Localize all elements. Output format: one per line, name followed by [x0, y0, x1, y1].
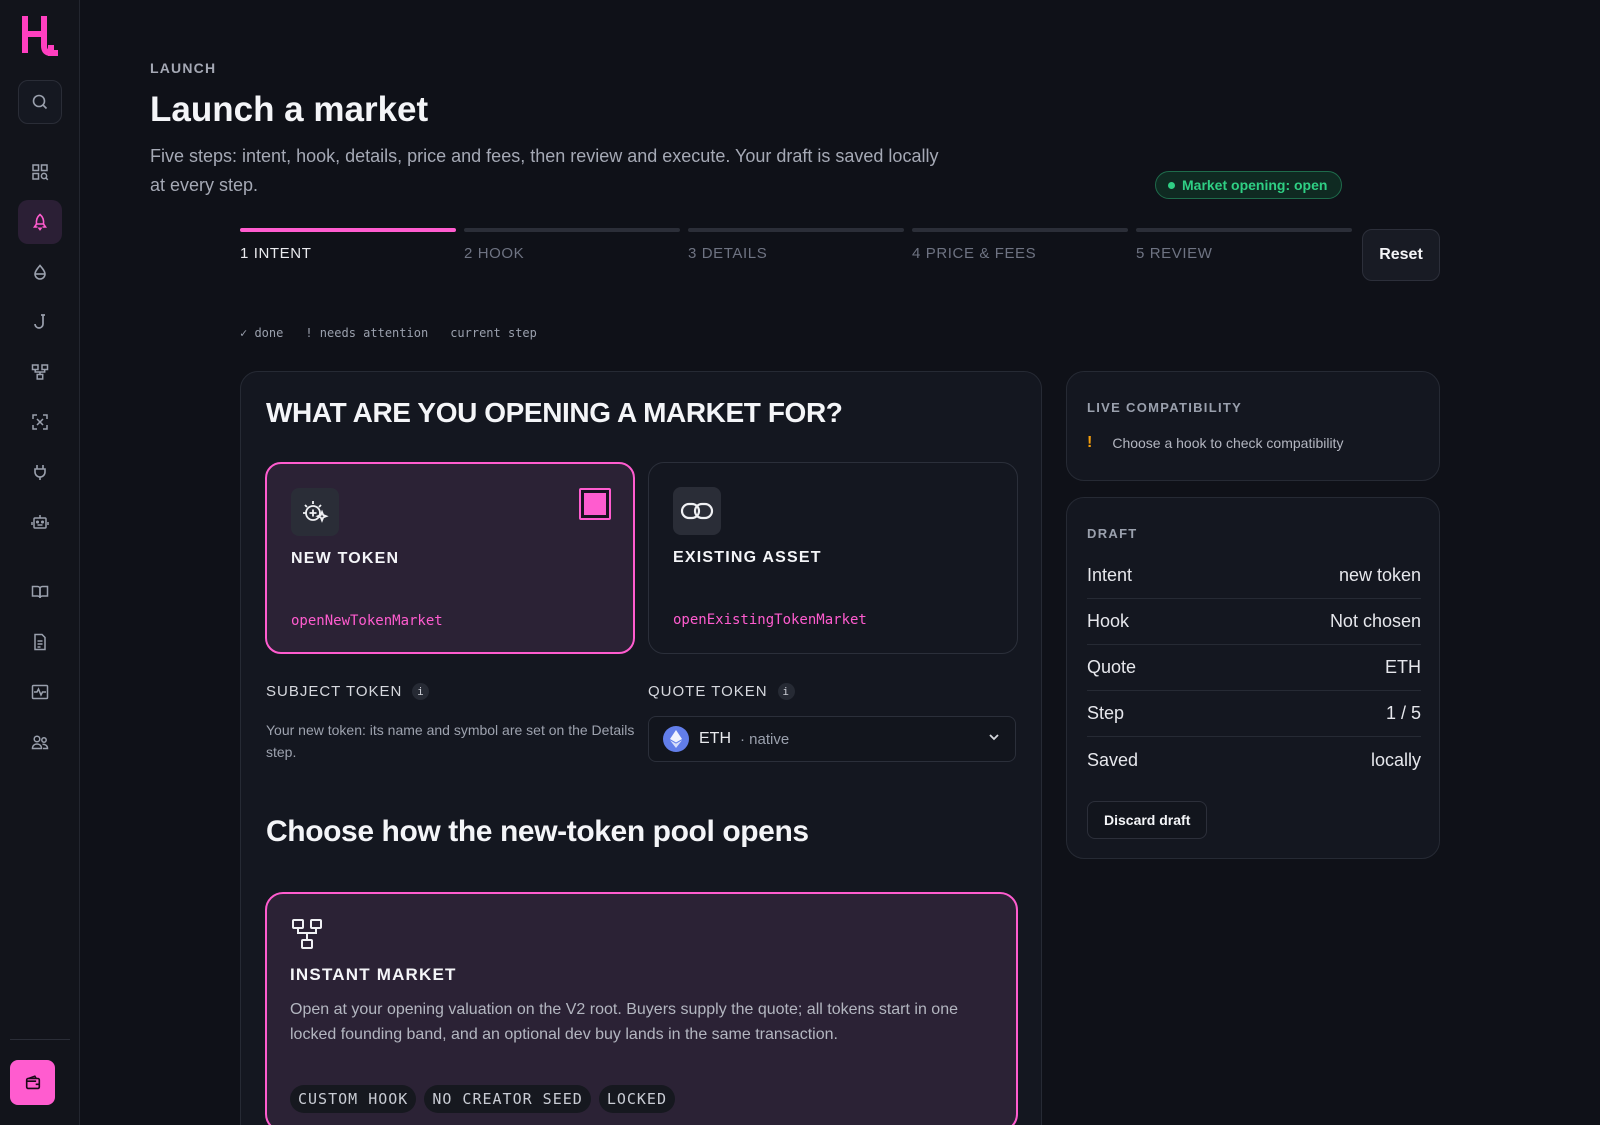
hook-tags: CUSTOM HOOK NO CREATOR SEED LOCKED: [290, 1085, 675, 1113]
users-icon[interactable]: [18, 720, 62, 764]
option-function: openNewTokenMarket: [291, 613, 443, 629]
draft-summary: Intent new token Hook Not chosen Quote E…: [1087, 553, 1421, 783]
draft-row-step: Step 1 / 5: [1087, 691, 1421, 737]
dashboard-icon[interactable]: [18, 150, 62, 194]
draft-key: Hook: [1087, 611, 1130, 631]
live-compatibility-panel: LIVE COMPATIBILITY ! Choose a hook to ch…: [1066, 371, 1440, 481]
draft-row-intent: Intent new token: [1087, 553, 1421, 599]
option-title: NEW TOKEN: [291, 550, 400, 567]
status-dot: [1168, 181, 1175, 189]
quote-token-label-text: QUOTE TOKEN: [648, 683, 768, 700]
hook-section-heading: Choose how the new-token pool opens: [266, 815, 809, 848]
step-label: 5 REVIEW: [1136, 245, 1213, 262]
draft-value: Not chosen: [1329, 611, 1421, 631]
plug-icon[interactable]: [18, 450, 62, 494]
quote-token-value: ETH: [699, 730, 731, 747]
step-progress-bar: [912, 228, 1128, 232]
step-intent[interactable]: 1 INTENT: [240, 228, 456, 262]
draft-key: Step: [1087, 703, 1125, 723]
draft-row-saved: Saved locally: [1087, 737, 1421, 783]
discard-draft-button[interactable]: Discard draft: [1087, 801, 1208, 839]
draft-key: Saved: [1087, 749, 1139, 770]
step-progress-bar: [1136, 228, 1352, 232]
step-label: 4 PRICE & FEES: [912, 245, 1037, 262]
draft-value: 1 / 5: [1385, 703, 1421, 723]
intent-heading: WHAT ARE YOU OPENING A MARKET FOR?: [266, 397, 843, 428]
subject-token-label: SUBJECT TOKEN i: [266, 683, 430, 700]
draft-label: DRAFT: [1087, 526, 1138, 541]
quote-token-sub: · native: [740, 730, 790, 748]
step-progress-bar: [464, 228, 680, 232]
tag: NO CREATOR SEED: [424, 1085, 591, 1113]
draft-value: locally: [1370, 749, 1421, 770]
wallet-button[interactable]: [10, 1060, 55, 1105]
subject-token-label-text: SUBJECT TOKEN: [266, 683, 403, 700]
document-icon[interactable]: [18, 620, 62, 664]
hook-icon[interactable]: [18, 300, 62, 344]
draft-row-quote: Quote ETH: [1087, 645, 1421, 691]
step-label: 3 DETAILS: [688, 245, 768, 262]
warning-icon: !: [1087, 434, 1093, 451]
search-icon[interactable]: [18, 80, 62, 124]
info-icon[interactable]: i: [777, 683, 795, 700]
sidebar: [0, 0, 80, 1125]
step-label: 1 INTENT: [240, 245, 312, 262]
draft-row-hook: Hook Not chosen: [1087, 599, 1421, 645]
quote-token-label: QUOTE TOKEN i: [648, 683, 795, 700]
subject-token-description: Your new token: its name and symbol are …: [266, 722, 635, 760]
page-eyebrow: LAUNCH: [150, 60, 217, 76]
step-details[interactable]: 3 DETAILS: [688, 228, 904, 262]
robot-icon[interactable]: [18, 500, 62, 544]
tag: LOCKED: [598, 1085, 675, 1113]
market-status-badge: Market opening: open: [1155, 171, 1343, 199]
step-progress-bar: [240, 228, 456, 232]
sparkle-plus-icon: [291, 488, 339, 536]
page-title: Launch a market: [150, 90, 429, 129]
stepper-legend: ✓ done ! needs attention current step: [240, 326, 537, 340]
sidebar-divider: [10, 1039, 70, 1040]
compat-message: Choose a hook to check compatibility: [1112, 435, 1344, 451]
compat-label: LIVE COMPATIBILITY: [1087, 400, 1243, 415]
reset-button[interactable]: Reset: [1362, 229, 1440, 281]
step-price-fees[interactable]: 4 PRICE & FEES: [912, 228, 1128, 262]
drop-icon[interactable]: [18, 250, 62, 294]
quote-token-select[interactable]: ETH · native: [648, 716, 1016, 762]
chevron-down-icon: [987, 730, 1001, 749]
legend-current-step: current step: [450, 326, 537, 340]
network-icon: [290, 917, 324, 956]
hook-description: Open at your opening valuation on the V2…: [290, 1001, 958, 1043]
info-icon[interactable]: i: [412, 683, 430, 700]
step-progress-bar: [688, 228, 904, 232]
rocket-icon[interactable]: [18, 200, 62, 244]
eth-icon: [663, 726, 689, 752]
draft-panel: DRAFT Intent new token Hook Not chosen Q…: [1066, 497, 1440, 859]
option-existing-asset[interactable]: EXISTING ASSET openExistingTokenMarket: [648, 462, 1018, 654]
link-icon: [673, 487, 721, 535]
status-text: Market opening: open: [1182, 177, 1328, 193]
activity-icon[interactable]: [18, 670, 62, 714]
draft-value: ETH: [1385, 657, 1421, 677]
book-icon[interactable]: [18, 570, 62, 614]
scan-icon[interactable]: [18, 400, 62, 444]
step-label: 2 HOOK: [464, 245, 525, 262]
draft-key: Quote: [1087, 657, 1137, 677]
tag: CUSTOM HOOK: [290, 1085, 417, 1113]
logo[interactable]: [22, 16, 58, 56]
network-icon[interactable]: [18, 350, 62, 394]
draft-key: Intent: [1087, 565, 1133, 585]
compat-status: ! Choose a hook to check compatibility: [1087, 434, 1343, 452]
option-function: openExistingTokenMarket: [673, 612, 867, 628]
legend-done: ✓ done: [240, 326, 284, 340]
option-new-token[interactable]: NEW TOKEN openNewTokenMarket: [265, 462, 635, 654]
hook-title: INSTANT MARKET: [290, 965, 457, 984]
draft-value: new token: [1338, 565, 1421, 585]
option-title: EXISTING ASSET: [673, 549, 822, 566]
page-subtitle: Five steps: intent, hook, details, price…: [150, 146, 939, 195]
selected-checkbox[interactable]: [579, 488, 611, 520]
step-hook[interactable]: 2 HOOK: [464, 228, 680, 262]
wallet-icon: [25, 1074, 40, 1089]
step-review[interactable]: 5 REVIEW: [1136, 228, 1352, 262]
legend-needs-attention: ! needs attention: [305, 326, 429, 340]
